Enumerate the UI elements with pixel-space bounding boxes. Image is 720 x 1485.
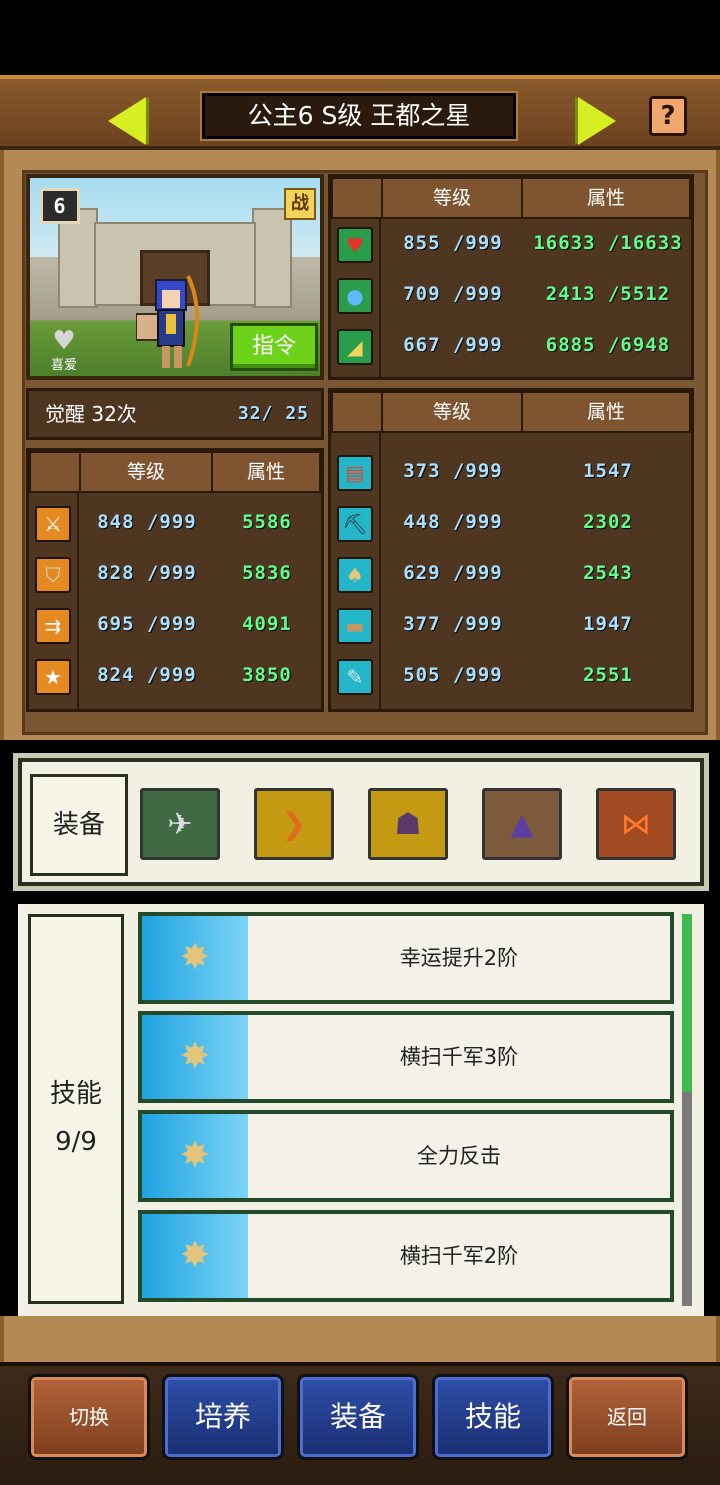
prev-character-arrow-icon[interactable] [108,97,146,145]
wing-item-icon[interactable]: ✈ [140,788,220,860]
header-bar: 公主6 S级 王都之星 ? [0,75,720,150]
tool-icon: ✎ [337,659,373,695]
anvil-icon: ▬ [337,608,373,644]
cat-mask-item-icon[interactable]: ☗ [368,788,448,860]
work-level-2: 448 /999 [403,511,503,533]
combat-level-speed: 695 /999 [97,613,197,635]
skill-row-1[interactable]: ✸ 幸运提升2阶 [138,912,674,1004]
skill-sword-burst-icon: ✸ [142,916,248,1000]
skill-sword-burst-icon: ✸ [142,1114,248,1198]
character-title: 公主6 S级 王都之星 [200,91,518,141]
heart-icon: ♥ [337,227,373,263]
vitals-header-attr: 属性 [521,177,691,219]
switch-button[interactable]: 切换 [28,1374,150,1460]
bow-item-icon[interactable]: ❯ [254,788,334,860]
skill-name-2: 横扫千军3阶 [399,1045,519,1069]
skills-label: 技能 [49,1079,102,1109]
shovel-icon: ♠ [337,557,373,593]
hood-item-icon[interactable]: ▲ [482,788,562,860]
vital-attr-stamina: 6885 /6948 [545,334,671,356]
combat-header-blank [29,451,81,493]
skills-panel: 技能 9/9 ✸ 幸运提升2阶 ✸ 横扫千军3阶 ✸ 全力反击 ✸ 横扫千军2阶 [18,904,704,1316]
work-level-3: 629 /999 [403,562,503,584]
skills-count: 9/9 [55,1127,97,1157]
awaken-count: 32/ 25 [237,403,309,424]
order-button[interactable]: 指令 [230,323,318,371]
next-character-arrow-icon[interactable] [578,97,616,145]
work-attr-5: 2551 [583,664,633,686]
equipment-label: 装备 [30,774,128,876]
vitals-table: 等级 属性 ♥ ● ◢ 855 /999 16633 /16633 709 /9… [328,174,694,380]
awaken-label: 觉醒 32次 [45,402,137,426]
skill-name-1: 幸运提升2阶 [399,946,519,970]
favorite-indicator[interactable]: ♥ 喜爱 [44,328,84,373]
skill-row-2[interactable]: ✸ 横扫千军3阶 [138,1011,674,1103]
equip-button[interactable]: 装备 [297,1374,419,1460]
level-badge: 6 [40,188,80,224]
vital-attr-hp: 16633 /16633 [533,232,683,254]
skill-sword-burst-icon: ✸ [142,1214,248,1298]
work-attr-2: 2302 [583,511,633,533]
combat-stats-table: 等级 属性 ⚔ ⛉ ⇉ ★ 848 /999 5586 828 /999 583… [26,448,324,712]
combat-level-luck: 824 /999 [97,664,197,686]
help-button[interactable]: ? [649,96,687,136]
combat-attr-defense: 5836 [242,562,292,584]
skill-button[interactable]: 技能 [432,1374,554,1460]
stamina-icon: ◢ [337,329,373,365]
heart-outline-icon: ♥ [52,326,76,356]
train-button[interactable]: 培养 [162,1374,284,1460]
work-level-1: 373 /999 [403,460,503,482]
combat-attr-speed: 4091 [242,613,292,635]
work-header-attr: 属性 [521,391,691,433]
work-level-4: 377 /999 [403,613,503,635]
combat-attr-luck: 3850 [242,664,292,686]
work-header-blank [331,391,383,433]
work-attr-3: 2543 [583,562,633,584]
favorite-label: 喜爱 [50,358,77,373]
combat-header-attr: 属性 [211,451,321,493]
potion-icon: ● [337,278,373,314]
work-stats-table: 等级 属性 ▤ ⛏ ♠ ▬ ✎ 373 /999 1547 448 /999 2… [328,388,694,712]
star-icon: ★ [35,659,71,695]
combat-level-defense: 828 /999 [97,562,197,584]
skill-row-3[interactable]: ✸ 全力反击 [138,1110,674,1202]
skills-scroll-thumb[interactable] [682,914,692,1092]
work-header-level: 等级 [381,391,523,433]
work-attr-4: 1947 [583,613,633,635]
skills-label-box: 技能 9/9 [28,914,124,1304]
speed-icon: ⇉ [35,608,71,644]
princess-sprite [135,274,206,374]
vital-level-stamina: 667 /999 [403,334,503,356]
combat-level-attack: 848 /999 [97,511,197,533]
skill-name-4: 横扫千军2阶 [399,1244,519,1268]
equipment-bar: 装备 ✈ ❯ ☗ ▲ ⋈ [13,753,709,891]
awaken-row: 觉醒 32次 32/ 25 [26,388,324,440]
combat-attr-attack: 5586 [242,511,292,533]
vital-level-hp: 855 /999 [403,232,503,254]
work-level-5: 505 /999 [403,664,503,686]
vitals-header-level: 等级 [381,177,523,219]
vital-attr-mp: 2413 /5512 [545,283,671,305]
ribbon-item-icon[interactable]: ⋈ [596,788,676,860]
back-button[interactable]: 返回 [566,1374,688,1460]
skill-sword-burst-icon: ✸ [142,1015,248,1099]
pickaxe-icon: ⛏ [337,506,373,542]
character-portrait: 6 战 ♥ 喜爱 指令 [26,174,324,380]
work-attr-1: 1547 [583,460,633,482]
castle-tower-right [252,208,292,308]
skill-row-4[interactable]: ✸ 横扫千军2阶 [138,1210,674,1302]
book-icon: ▤ [337,455,373,491]
battle-badge: 战 [284,188,316,220]
skill-name-3: 全力反击 [417,1144,501,1168]
sword-icon: ⚔ [35,506,71,542]
vitals-header-blank [331,177,383,219]
combat-header-level: 等级 [79,451,213,493]
shield-icon: ⛉ [35,557,71,593]
vital-level-mp: 709 /999 [403,283,503,305]
